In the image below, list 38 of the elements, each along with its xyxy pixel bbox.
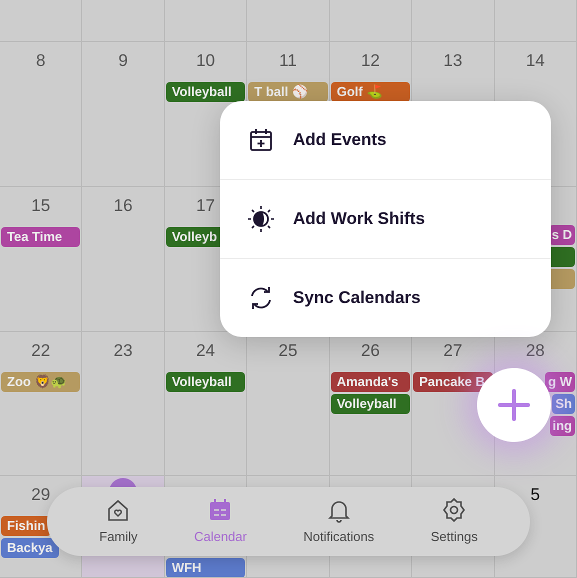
day-number: 11	[279, 50, 297, 72]
day-number: 8	[36, 50, 46, 72]
day-number: 10	[196, 50, 216, 72]
day-number: 9	[118, 50, 128, 72]
nav-tab[interactable]: Notifications	[303, 496, 374, 546]
day-number: 27	[443, 340, 462, 362]
day-number: 13	[443, 50, 462, 72]
day-number: 22	[31, 340, 50, 362]
day-number: 25	[278, 340, 298, 362]
event-chip[interactable]: Tea Time	[1, 227, 80, 247]
day-number: 15	[31, 195, 50, 217]
day-number: 16	[114, 195, 133, 217]
day-number: 24	[196, 340, 216, 362]
event-chip[interactable]: Pancake B	[413, 372, 493, 392]
day-number: 29	[31, 484, 50, 506]
nav-tab[interactable]: Family	[99, 496, 138, 546]
event-chip[interactable]: ing	[550, 416, 575, 436]
day-number: 5	[530, 484, 540, 506]
day-number: 26	[360, 340, 380, 362]
day-number: 23	[114, 340, 133, 362]
day-number: 28	[526, 340, 545, 362]
day-number: 17	[196, 195, 216, 217]
event-chip[interactable]: Fishin	[1, 516, 52, 536]
day-number: 14	[526, 50, 545, 72]
menu-item[interactable]: Sync Calendars	[220, 259, 551, 337]
event-chip[interactable]: Sh	[552, 394, 575, 414]
day-number: 12	[360, 50, 380, 72]
event-chip[interactable]: WFH	[166, 558, 246, 577]
event-chip[interactable]: Volleyball	[166, 82, 246, 102]
event-chip[interactable]: Amanda's	[330, 372, 410, 392]
event-chip[interactable]: Golf ⛳	[330, 82, 410, 102]
event-chip[interactable]: Backya	[1, 538, 59, 558]
nav-tab[interactable]: Settings	[430, 496, 478, 546]
menu-item[interactable]: Add Events	[220, 101, 551, 180]
event-chip[interactable]: g W	[545, 372, 575, 392]
event-chip[interactable]: Volleyball	[166, 372, 246, 392]
menu-item[interactable]: Add Work Shifts	[220, 180, 551, 259]
event-chip[interactable]: Volleyball	[330, 394, 410, 414]
